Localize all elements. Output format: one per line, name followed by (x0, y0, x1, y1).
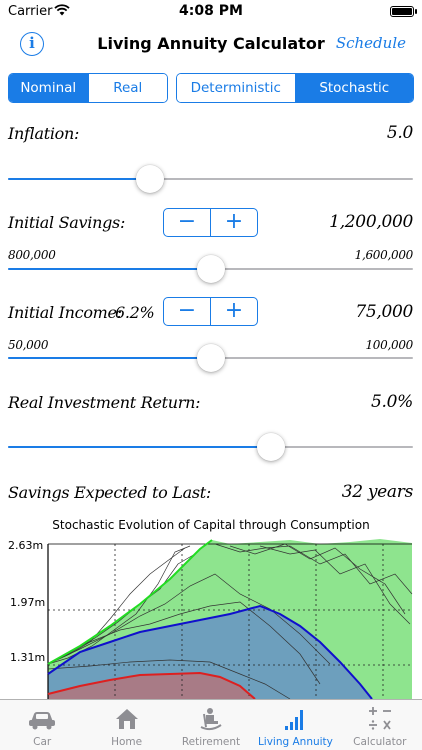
return-slider[interactable] (8, 432, 413, 462)
status-bar: Carrier 4:08 PM (0, 0, 422, 24)
return-slider-thumb[interactable] (257, 433, 286, 461)
method-segment: Deterministic Stochastic (176, 73, 414, 103)
tab-label: Car (33, 736, 52, 748)
savings-slider[interactable] (8, 254, 413, 284)
battery-icon (390, 6, 417, 17)
tab-home[interactable]: Home (84, 700, 168, 750)
income-label: Initial Income: (8, 303, 122, 322)
savings-value: 1,200,000 (329, 212, 413, 232)
tab-label: Living Annuity (257, 736, 333, 748)
expected-value: 32 years (341, 482, 414, 502)
income-stepper: − + (163, 297, 258, 326)
segment-nominal[interactable]: Nominal (9, 74, 88, 102)
income-slider-thumb[interactable] (196, 344, 225, 372)
nominal-real-segment: Nominal Real (8, 73, 168, 103)
chart-title: Stochastic Evolution of Capital through … (52, 518, 370, 532)
tab-label: Home (111, 736, 143, 748)
tab-label: Calculator (353, 736, 407, 748)
bar-chart-icon (253, 705, 337, 733)
y-tick-label: 1.31m (10, 651, 45, 664)
stochastic-chart: 2.63m 1.97m 1.31m (8, 539, 413, 699)
tab-living-annuity[interactable]: Living Annuity (253, 700, 337, 750)
tab-car[interactable]: Car (0, 700, 84, 750)
rocking-chair-icon (169, 705, 253, 733)
savings-increment-button[interactable]: + (210, 209, 257, 236)
segment-real[interactable]: Real (87, 74, 167, 102)
income-percent: 6.2% (115, 303, 155, 322)
home-icon (84, 705, 168, 733)
clock: 4:08 PM (179, 3, 243, 19)
income-increment-button[interactable]: + (210, 298, 257, 325)
y-tick-label: 1.97m (10, 596, 45, 609)
nav-bar: i Living Annuity Calculator Schedule (0, 24, 422, 64)
tab-retirement[interactable]: Retirement (169, 700, 253, 750)
tab-calculator[interactable]: Calculator (338, 700, 422, 750)
inflation-label: Inflation: (8, 124, 80, 143)
savings-label: Initial Savings: (8, 213, 126, 232)
return-value: 5.0% (371, 392, 413, 412)
savings-stepper: − + (163, 208, 258, 237)
tab-bar: Car Home Retirement Living Annuity Calcu… (0, 699, 422, 750)
schedule-button[interactable]: Schedule (336, 34, 406, 52)
income-slider[interactable] (8, 343, 413, 373)
inflation-slider[interactable] (8, 164, 413, 194)
return-label: Real Investment Return: (8, 393, 201, 412)
segment-deterministic[interactable]: Deterministic (177, 74, 295, 102)
car-icon (0, 705, 84, 733)
segment-stochastic[interactable]: Stochastic (294, 74, 413, 102)
calculator-icon (338, 705, 422, 733)
expected-label: Savings Expected to Last: (8, 483, 211, 502)
inflation-value: 5.0 (386, 123, 413, 143)
y-tick-label: 2.63m (8, 539, 43, 552)
income-decrement-button[interactable]: − (164, 298, 210, 325)
inflation-slider-thumb[interactable] (135, 165, 164, 193)
savings-decrement-button[interactable]: − (164, 209, 210, 236)
income-value: 75,000 (355, 302, 413, 322)
savings-slider-thumb[interactable] (196, 255, 225, 283)
tab-label: Retirement (181, 736, 241, 748)
